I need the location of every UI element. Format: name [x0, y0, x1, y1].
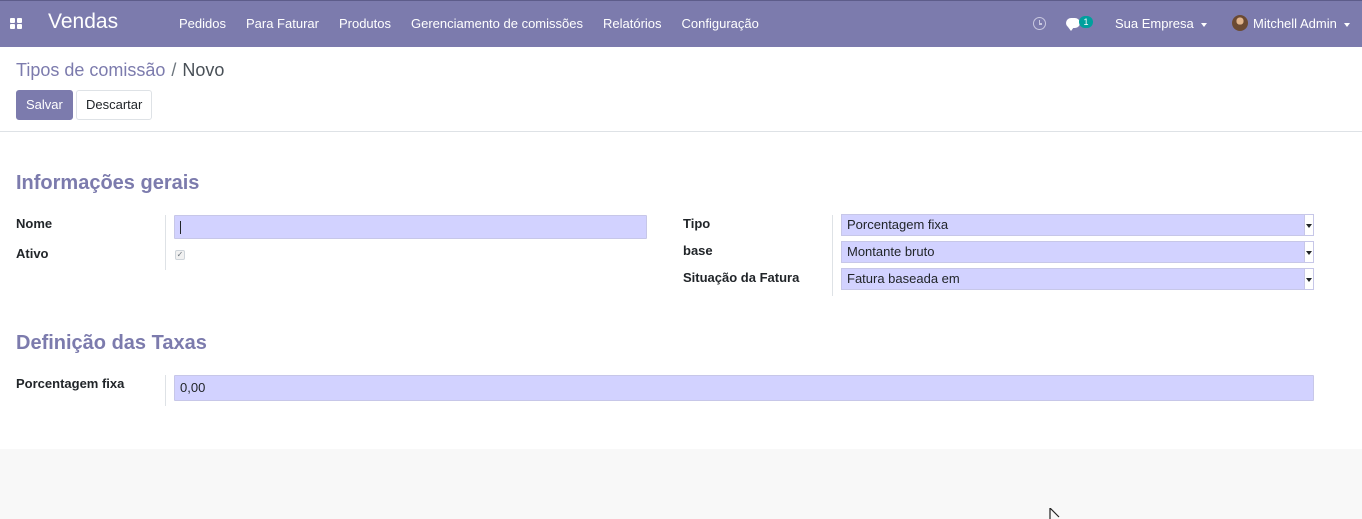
user-name: Mitchell Admin [1253, 16, 1337, 31]
save-button[interactable]: Salvar [16, 90, 73, 120]
form-sheet: Informações gerais Nome Ativo ✓ Tipo bas… [0, 132, 1362, 449]
fixed-percentage-label: Porcentagem fixa [16, 376, 125, 391]
name-field[interactable] [174, 215, 647, 239]
dropdown-arrow-icon [1304, 215, 1313, 235]
section-title-rates: Definição das Taxas [16, 332, 207, 354]
menu-item-relatorios[interactable]: Relatórios [593, 1, 672, 47]
active-label: Ativo [16, 246, 49, 261]
top-navbar: Vendas Pedidos Para Faturar Produtos Ger… [0, 0, 1362, 47]
chevron-down-icon [1343, 22, 1350, 27]
discard-button[interactable]: Descartar [76, 90, 153, 120]
chevron-down-icon [1200, 22, 1207, 27]
app-name[interactable]: Vendas [48, 10, 118, 34]
type-value: Porcentagem fixa [847, 217, 949, 232]
avatar[interactable] [1232, 15, 1248, 31]
dropdown-arrow-icon [1304, 242, 1313, 262]
menu-item-produtos[interactable]: Produtos [329, 1, 401, 47]
divider [165, 215, 166, 270]
chat-bubble-icon[interactable] [1066, 18, 1080, 31]
dropdown-arrow-icon [1304, 269, 1313, 289]
company-switcher[interactable]: Sua Empresa [1115, 1, 1207, 47]
menu-item-configuracao[interactable]: Configuração [672, 1, 769, 47]
type-label: Tipo [683, 216, 711, 231]
breadcrumb: Tipos de comissão / Novo [16, 60, 224, 81]
user-menu[interactable]: Mitchell Admin [1253, 1, 1350, 47]
fixed-percentage-field[interactable]: 0,00 [174, 375, 1314, 401]
type-select[interactable]: Porcentagem fixa [841, 214, 1314, 236]
base-label: base [683, 243, 713, 258]
control-panel: Tipos de comissão / Novo Salvar Descartar [0, 47, 1362, 132]
invoice-state-label: Situação da Fatura [683, 270, 800, 285]
active-checkbox[interactable]: ✓ [175, 250, 185, 260]
breadcrumb-parent[interactable]: Tipos de comissão [16, 60, 165, 80]
apps-menu-icon[interactable] [10, 18, 23, 30]
divider [165, 375, 166, 406]
mouse-pointer-icon [1049, 508, 1060, 519]
invoice-state-value: Fatura baseada em [847, 271, 960, 286]
text-cursor [180, 221, 181, 235]
breadcrumb-separator: / [171, 60, 177, 80]
name-label: Nome [16, 216, 53, 231]
company-name: Sua Empresa [1115, 16, 1194, 31]
menu-item-pedidos[interactable]: Pedidos [169, 1, 236, 47]
breadcrumb-current: Novo [182, 60, 225, 80]
divider [832, 215, 833, 296]
main-menu: Pedidos Para Faturar Produtos Gerenciame… [169, 1, 769, 47]
base-value: Montante bruto [847, 244, 935, 259]
menu-item-gerenciamento-comissoes[interactable]: Gerenciamento de comissões [401, 1, 593, 47]
menu-item-para-faturar[interactable]: Para Faturar [236, 1, 329, 47]
invoice-state-select[interactable]: Fatura baseada em [841, 268, 1314, 290]
chat-badge: 1 [1079, 16, 1093, 28]
section-title-general: Informações gerais [16, 172, 200, 194]
base-select[interactable]: Montante bruto [841, 241, 1314, 263]
activity-clock-icon[interactable] [1033, 17, 1046, 30]
